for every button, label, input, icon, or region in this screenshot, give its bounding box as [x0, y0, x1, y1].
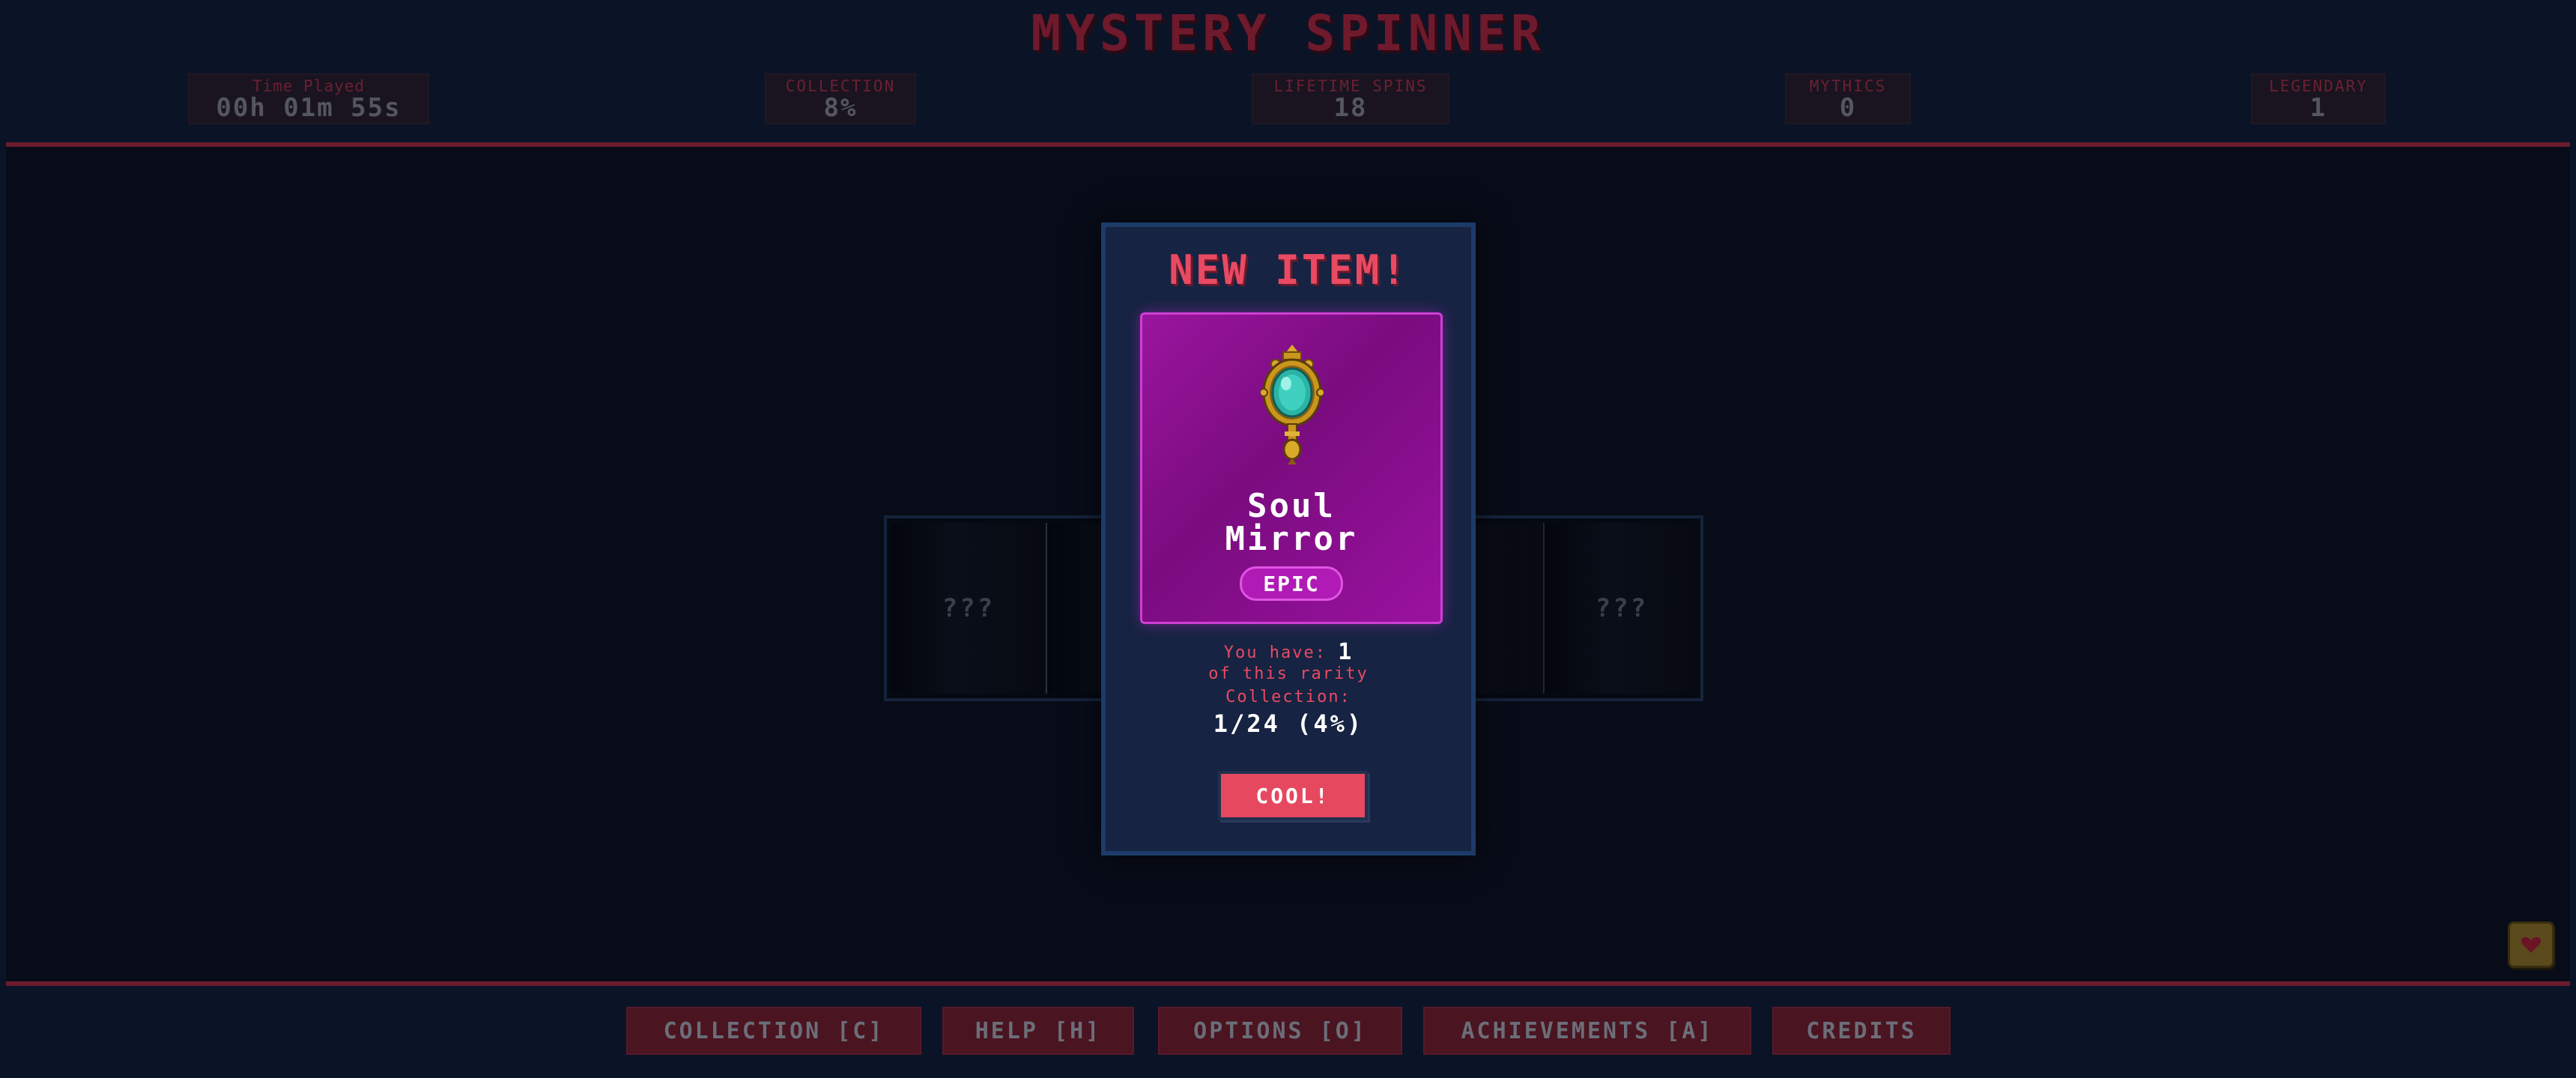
cool-button[interactable]: COOL!	[1218, 771, 1368, 820]
new-item-modal: NEW ITEM! Soul Mirror EPIC You have: 1 o…	[1101, 222, 1476, 856]
stat-value: 1	[2309, 93, 2327, 123]
stat-value: 0	[1839, 93, 1857, 123]
stat-label: Time Played	[252, 77, 366, 95]
favorites-button[interactable]	[2508, 921, 2554, 968]
game-screen: MYSTERY SPINNER Time Played 00h 01m 55s …	[0, 0, 2576, 1078]
reel-slot: ???	[891, 523, 1047, 694]
you-have-line: You have: 1	[1106, 639, 1471, 665]
collection-button[interactable]: COLLECTION [C]	[626, 1007, 921, 1055]
modal-title: NEW ITEM!	[1169, 246, 1408, 294]
stat-value: 00h 01m 55s	[216, 93, 401, 123]
game-title: MYSTERY SPINNER	[1031, 4, 1545, 62]
options-button[interactable]: OPTIONS [O]	[1158, 1007, 1402, 1055]
heart-icon	[2521, 937, 2542, 953]
reel-slot: ???	[1545, 523, 1699, 694]
credits-button[interactable]: CREDITS	[1772, 1007, 1951, 1055]
stat-mythics: MYTHICS 0	[1785, 73, 1911, 124]
you-have-count: 1	[1338, 639, 1354, 665]
stat-label: LIFETIME SPINS	[1273, 77, 1428, 95]
of-rarity-text: of this rarity	[1208, 664, 1369, 683]
collection-label: Collection:	[1225, 688, 1351, 706]
item-name-line1: Soul	[1247, 487, 1336, 525]
item-card: Soul Mirror EPIC	[1140, 312, 1443, 624]
achievements-button[interactable]: ACHIEVEMENTS [A]	[1423, 1007, 1751, 1055]
stat-label: COLLECTION	[785, 77, 896, 95]
stat-value: 8%	[823, 93, 858, 123]
item-name-line2: Mirror	[1225, 520, 1358, 558]
stat-label: LEGENDARY	[2269, 77, 2368, 95]
stat-legendary: LEGENDARY 1	[2251, 73, 2386, 124]
stat-value: 18	[1333, 93, 1368, 123]
rarity-badge: EPIC	[1240, 566, 1343, 601]
collection-value: 1/24 (4%)	[1213, 709, 1364, 738]
stat-lifetime-spins: LIFETIME SPINS 18	[1252, 73, 1449, 124]
stat-label: MYTHICS	[1809, 77, 1887, 95]
item-name: Soul Mirror	[1142, 490, 1440, 556]
stat-time-played: Time Played 00h 01m 55s	[188, 73, 429, 124]
you-have-label: You have:	[1223, 644, 1327, 662]
help-button[interactable]: HELP [H]	[942, 1007, 1134, 1055]
stat-collection: COLLECTION 8%	[765, 73, 916, 124]
hand-mirror-icon	[1261, 345, 1324, 464]
